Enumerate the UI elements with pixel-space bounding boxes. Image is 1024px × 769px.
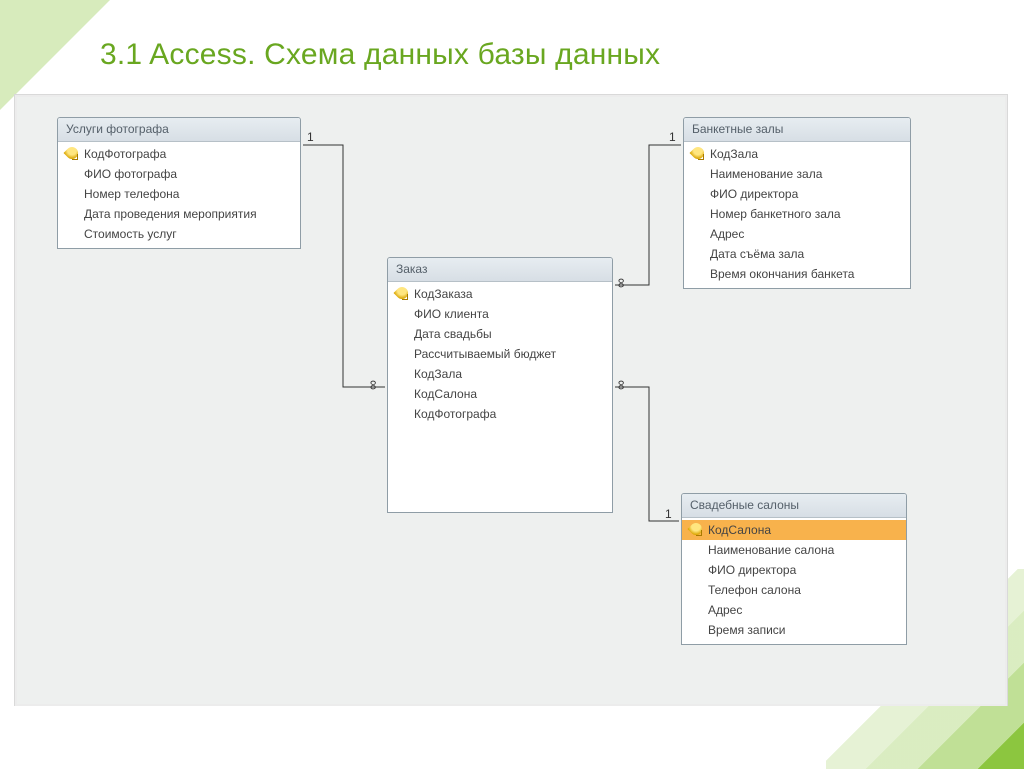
table-field[interactable]: КодСалона xyxy=(682,520,906,540)
table-field[interactable]: КодФотографа xyxy=(388,404,612,424)
relationships-canvas: 1 ∞ 1 ∞ 1 ∞ Услуги фотографа КодФотограф… xyxy=(14,94,1008,706)
table-field[interactable]: КодСалона xyxy=(388,384,612,404)
table-field[interactable]: Время окончания банкета xyxy=(684,264,910,284)
cardinality-many: ∞ xyxy=(366,380,382,390)
table-field[interactable]: Дата свадьбы xyxy=(388,324,612,344)
table-fields: КодСалонаНаименование салонаФИО директор… xyxy=(682,518,906,644)
table-field[interactable]: ФИО директора xyxy=(684,184,910,204)
table-field[interactable]: Телефон салона xyxy=(682,580,906,600)
table-title: Свадебные салоны xyxy=(682,494,906,518)
table-field[interactable]: Стоимость услуг xyxy=(58,224,300,244)
page-title: 3.1 Access. Схема данных базы данных xyxy=(0,0,1024,94)
table-order[interactable]: Заказ КодЗаказаФИО клиентаДата свадьбыРа… xyxy=(387,257,613,513)
table-banquet-halls[interactable]: Банкетные залы КодЗалаНаименование залаФ… xyxy=(683,117,911,289)
table-field[interactable]: Дата проведения мероприятия xyxy=(58,204,300,224)
table-field[interactable]: КодФотографа xyxy=(58,144,300,164)
cardinality-one: 1 xyxy=(665,507,672,521)
relationships-workarea[interactable]: 1 ∞ 1 ∞ 1 ∞ Услуги фотографа КодФотограф… xyxy=(17,97,1005,704)
cardinality-many: ∞ xyxy=(614,278,630,288)
table-field[interactable]: Время записи xyxy=(682,620,906,640)
table-title: Заказ xyxy=(388,258,612,282)
table-field[interactable]: ФИО директора xyxy=(682,560,906,580)
cardinality-many: ∞ xyxy=(614,380,630,390)
table-field[interactable]: ФИО клиента xyxy=(388,304,612,324)
table-fields: КодЗаказаФИО клиентаДата свадьбыРассчиты… xyxy=(388,282,612,428)
table-field[interactable]: Номер телефона xyxy=(58,184,300,204)
table-field[interactable]: Номер банкетного зала xyxy=(684,204,910,224)
table-fields: КодЗалаНаименование залаФИО директораНом… xyxy=(684,142,910,288)
table-field[interactable]: Рассчитываемый бюджет xyxy=(388,344,612,364)
table-field[interactable]: КодЗала xyxy=(388,364,612,384)
table-field[interactable]: Наименование салона xyxy=(682,540,906,560)
table-field[interactable]: Адрес xyxy=(682,600,906,620)
table-title: Банкетные залы xyxy=(684,118,910,142)
table-field[interactable]: Дата съёма зала xyxy=(684,244,910,264)
table-photo-services[interactable]: Услуги фотографа КодФотографаФИО фотогра… xyxy=(57,117,301,249)
table-field[interactable]: Наименование зала xyxy=(684,164,910,184)
table-title: Услуги фотографа xyxy=(58,118,300,142)
table-field[interactable]: КодЗала xyxy=(684,144,910,164)
table-field[interactable]: КодЗаказа xyxy=(388,284,612,304)
table-wedding-salons[interactable]: Свадебные салоны КодСалонаНаименование с… xyxy=(681,493,907,645)
cardinality-one: 1 xyxy=(307,130,314,144)
cardinality-one: 1 xyxy=(669,130,676,144)
table-field[interactable]: Адрес xyxy=(684,224,910,244)
table-fields: КодФотографаФИО фотографаНомер телефонаД… xyxy=(58,142,300,248)
table-field[interactable]: ФИО фотографа xyxy=(58,164,300,184)
